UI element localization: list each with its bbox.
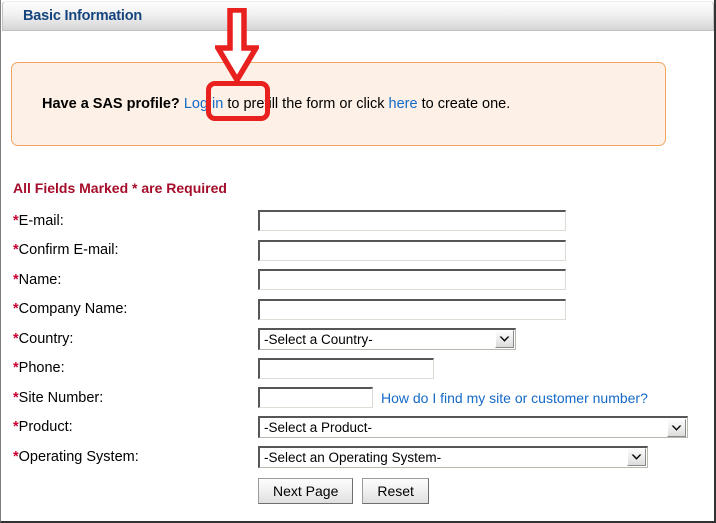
- notice-lead: Have a SAS profile?: [42, 95, 180, 112]
- operating-system-select[interactable]: -Select an Operating System-: [258, 445, 648, 468]
- label-phone: *Phone:: [13, 360, 258, 376]
- page-title: Basic Information: [23, 8, 143, 24]
- form-row-confirm-email: *Confirm E-mail:: [13, 236, 703, 266]
- label-confirm-email-text: Confirm E-mail:: [18, 242, 119, 259]
- form-row-site-number: *Site Number: How do I find my site or c…: [13, 383, 703, 413]
- label-name-text: Name:: [18, 271, 62, 288]
- label-email: *E-mail:: [13, 213, 258, 229]
- form-row-phone: *Phone:: [13, 354, 703, 384]
- label-company-name: *Company Name:: [13, 301, 258, 317]
- notice-text: Have a SAS profile? Log in to prefill th…: [12, 97, 510, 112]
- field-email: [258, 210, 703, 232]
- label-company-name-text: Company Name:: [18, 301, 128, 318]
- form-page: Basic Information Have a SAS profile? Lo…: [0, 0, 716, 523]
- country-select-value: -Select a Country-: [264, 331, 373, 347]
- label-confirm-email: *Confirm E-mail:: [13, 242, 258, 258]
- form-row-email: *E-mail:: [13, 206, 703, 236]
- label-email-text: E-mail:: [18, 212, 64, 229]
- chevron-down-icon[interactable]: [627, 448, 646, 467]
- field-product: -Select a Product-: [258, 416, 703, 439]
- form-row-operating-system: *Operating System: -Select an Operating …: [13, 442, 703, 472]
- name-input[interactable]: [258, 269, 566, 291]
- notice-middle-text: to prefill the form or click: [223, 95, 389, 112]
- label-phone-text: Phone:: [18, 360, 65, 377]
- phone-input[interactable]: [258, 357, 434, 379]
- label-country: *Country:: [13, 331, 258, 347]
- chevron-down-icon[interactable]: [495, 330, 514, 349]
- field-phone: [258, 357, 703, 379]
- field-site-number: How do I find my site or customer number…: [258, 387, 703, 409]
- field-name: [258, 269, 703, 291]
- site-number-input[interactable]: [258, 387, 373, 409]
- form-row-product: *Product: -Select a Product-: [13, 413, 703, 443]
- product-select[interactable]: -Select a Product-: [258, 416, 688, 439]
- label-product: *Product:: [13, 419, 258, 435]
- next-page-button[interactable]: Next Page: [258, 478, 354, 504]
- basic-information-form: *E-mail: *Confirm E-mail: *Name: *Compan…: [13, 206, 703, 472]
- field-country: -Select a Country-: [258, 327, 703, 350]
- field-confirm-email: [258, 239, 703, 261]
- field-company-name: [258, 298, 703, 320]
- form-actions: Next Page Reset: [258, 478, 429, 504]
- product-select-value: -Select a Product-: [264, 420, 373, 436]
- company-name-input[interactable]: [258, 298, 566, 320]
- reset-button[interactable]: Reset: [362, 478, 429, 504]
- required-fields-note: All Fields Marked * are Required: [13, 180, 227, 196]
- chevron-down-icon[interactable]: [667, 418, 686, 437]
- label-site-number: *Site Number:: [13, 390, 258, 406]
- form-row-country: *Country: -Select a Country-: [13, 324, 703, 354]
- notice-tail-text: to create one.: [417, 95, 511, 112]
- form-row-name: *Name:: [13, 265, 703, 295]
- label-product-text: Product:: [18, 419, 73, 436]
- email-input[interactable]: [258, 210, 566, 232]
- label-operating-system-text: Operating System:: [18, 448, 139, 465]
- login-link[interactable]: Log in: [184, 96, 224, 112]
- section-header: Basic Information: [2, 1, 714, 31]
- label-country-text: Country:: [18, 330, 74, 347]
- confirm-email-input[interactable]: [258, 239, 566, 261]
- label-operating-system: *Operating System:: [13, 449, 258, 465]
- label-name: *Name:: [13, 272, 258, 288]
- country-select[interactable]: -Select a Country-: [258, 327, 516, 350]
- label-site-number-text: Site Number:: [18, 389, 104, 406]
- sas-profile-notice: Have a SAS profile? Log in to prefill th…: [11, 62, 666, 146]
- form-row-company-name: *Company Name:: [13, 295, 703, 325]
- create-profile-here-link[interactable]: here: [389, 96, 418, 112]
- site-number-help-link[interactable]: How do I find my site or customer number…: [381, 390, 648, 406]
- operating-system-select-value: -Select an Operating System-: [264, 449, 442, 465]
- field-operating-system: -Select an Operating System-: [258, 445, 703, 468]
